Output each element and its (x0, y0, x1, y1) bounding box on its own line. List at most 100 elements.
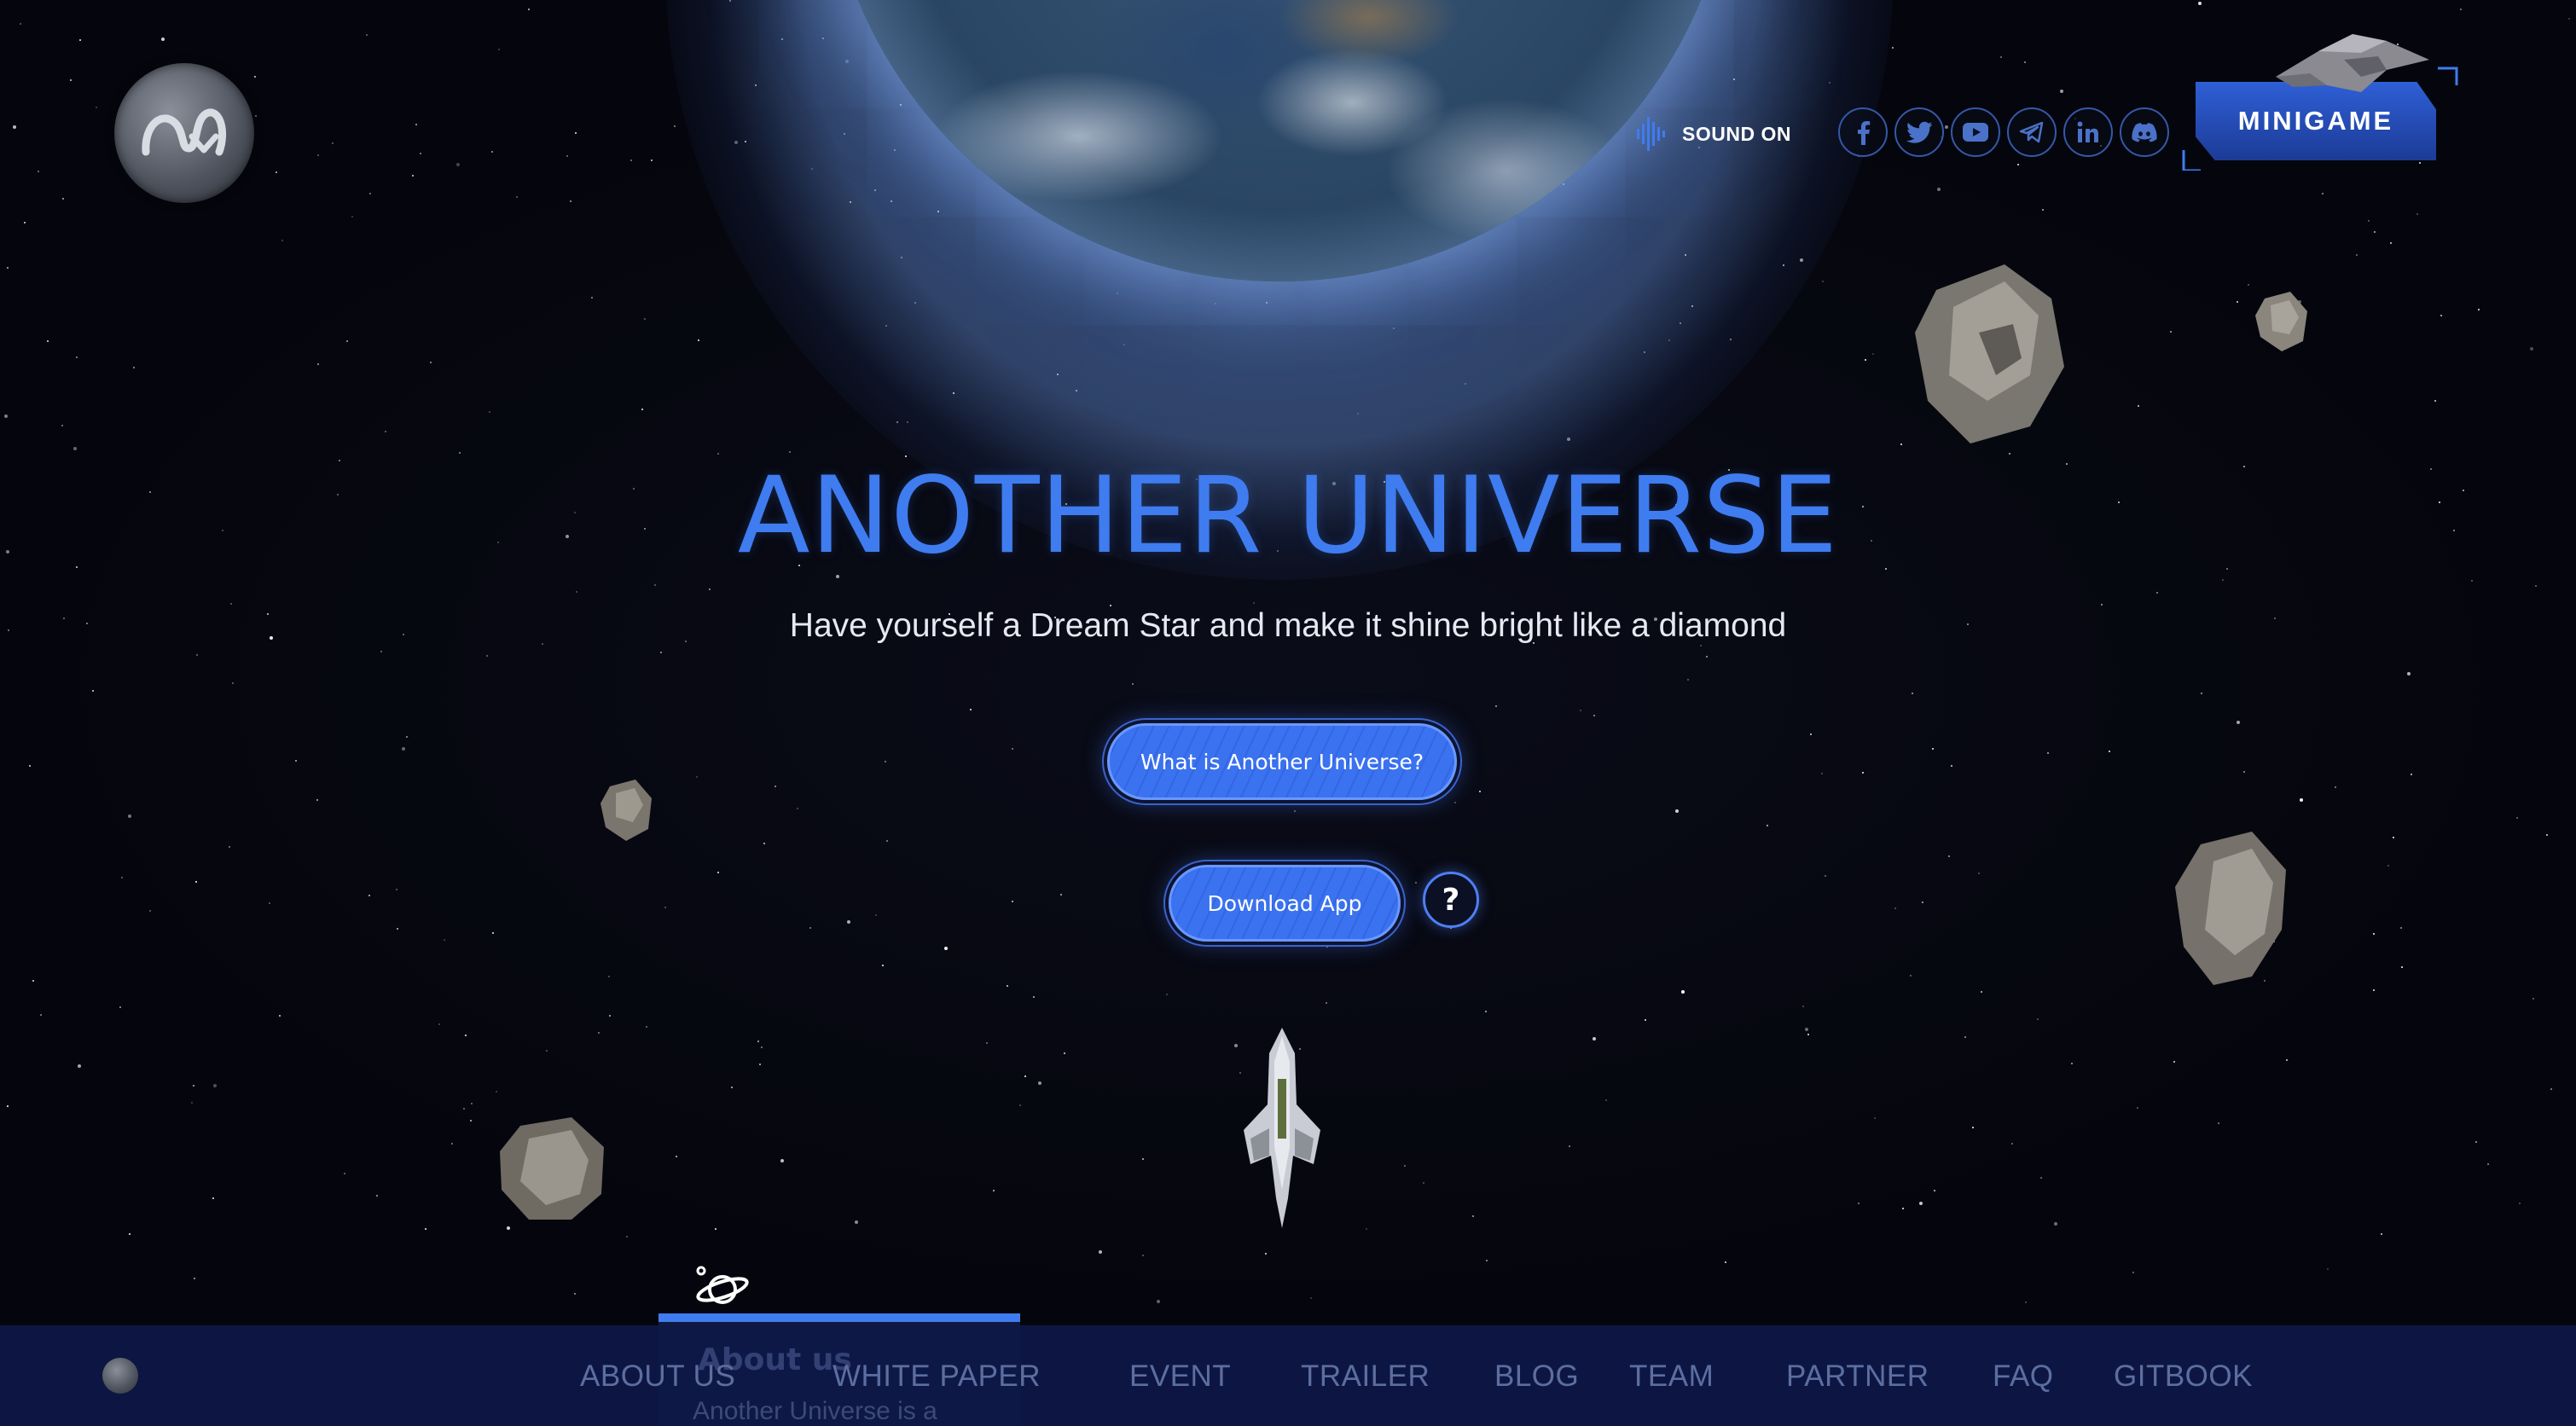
linkedin-link[interactable] (2063, 107, 2113, 157)
nav-item-faq[interactable]: FAQ (1993, 1359, 2054, 1394)
star (1024, 1075, 1026, 1077)
nav-item-about-us[interactable]: ABOUT US (580, 1359, 735, 1394)
star (92, 690, 94, 692)
star (1310, 1297, 1312, 1299)
star (2373, 989, 2375, 991)
star (763, 843, 765, 844)
star (351, 216, 353, 217)
star (1605, 1099, 1607, 1101)
star (444, 939, 445, 941)
star (1948, 855, 1950, 857)
star (1454, 802, 1456, 803)
star (402, 747, 405, 751)
star (149, 910, 151, 912)
star (1700, 645, 1702, 646)
star (2460, 9, 2462, 10)
star (2198, 2, 2202, 5)
star (1972, 1127, 1974, 1128)
help-button[interactable]: ? (1423, 872, 1479, 928)
star (598, 1032, 600, 1034)
star (121, 877, 123, 878)
star (7, 1105, 9, 1107)
star (7, 267, 9, 269)
discord-link[interactable] (2120, 107, 2169, 157)
star (809, 927, 811, 929)
nav-item-event[interactable]: EVENT (1129, 1359, 1231, 1394)
star (1099, 1250, 1102, 1254)
asteroid-image (500, 1117, 604, 1220)
star (1166, 994, 1168, 995)
star (465, 1035, 467, 1036)
star (576, 591, 577, 593)
star (2025, 1301, 2027, 1303)
nav-item-partner[interactable]: PARTNER (1786, 1359, 1929, 1394)
star (2471, 580, 2473, 582)
star (1858, 1203, 1859, 1204)
star (731, 1087, 733, 1088)
star (2401, 966, 2403, 968)
nav-item-white-paper[interactable]: WHITE PAPER (833, 1359, 1041, 1394)
minigame-button[interactable]: MINIGAME (2182, 26, 2463, 171)
nav-item-blog[interactable]: BLOG (1494, 1359, 1579, 1394)
star (641, 409, 643, 410)
star (38, 171, 39, 172)
download-app-button[interactable]: Download App (1169, 865, 1401, 942)
facebook-link[interactable] (1838, 107, 1888, 157)
star (213, 1084, 217, 1087)
star (1725, 1261, 1726, 1263)
star (2416, 213, 2418, 215)
star (420, 153, 421, 154)
star (970, 709, 972, 710)
star (2138, 405, 2139, 407)
star (855, 1220, 858, 1224)
star (2042, 209, 2044, 211)
telegram-icon (2019, 121, 2044, 143)
star (664, 907, 666, 908)
star (196, 654, 198, 656)
star (1874, 1117, 1876, 1119)
star (415, 124, 417, 125)
star (2173, 1061, 2175, 1063)
nav-logo-icon[interactable] (102, 1358, 138, 1394)
star (1485, 1011, 1487, 1012)
another-universe-logo-icon (142, 108, 227, 156)
star (2054, 1222, 2057, 1226)
star (295, 760, 297, 762)
star (489, 411, 490, 413)
star (1932, 748, 1934, 750)
star (194, 1278, 195, 1279)
brand-logo[interactable] (114, 63, 254, 203)
what-is-another-universe-button[interactable]: What is Another Universe? (1107, 723, 1457, 800)
star (2109, 751, 2110, 752)
star (1865, 359, 1866, 361)
star (2356, 254, 2358, 256)
star (1157, 1300, 1160, 1303)
star (47, 340, 49, 342)
star (254, 76, 256, 78)
asteroid-image (1915, 264, 2064, 443)
telegram-link[interactable] (2007, 107, 2057, 157)
star (630, 159, 632, 161)
star (2300, 798, 2303, 802)
star (660, 652, 662, 653)
nav-item-team[interactable]: TEAM (1629, 1359, 1714, 1394)
twitter-link[interactable] (1894, 107, 1944, 157)
star (1922, 901, 1923, 903)
nav-item-gitbook[interactable]: GITBOOK (2114, 1359, 2253, 1394)
asteroid-image (2175, 832, 2286, 985)
star (1060, 894, 1062, 896)
star (385, 431, 386, 432)
star (1294, 810, 1296, 812)
star (2373, 933, 2375, 935)
youtube-link[interactable] (1951, 107, 2000, 157)
sound-toggle[interactable]: SOUND ON (1636, 113, 1791, 155)
star (993, 1190, 995, 1191)
star (486, 655, 488, 657)
star (470, 1120, 472, 1122)
star (2132, 1272, 2134, 1273)
nav-item-trailer[interactable]: TRAILER (1301, 1359, 1430, 1394)
star (1404, 1165, 1406, 1167)
star (1415, 882, 1417, 884)
star (516, 196, 518, 198)
asteroid-image (2255, 292, 2307, 351)
